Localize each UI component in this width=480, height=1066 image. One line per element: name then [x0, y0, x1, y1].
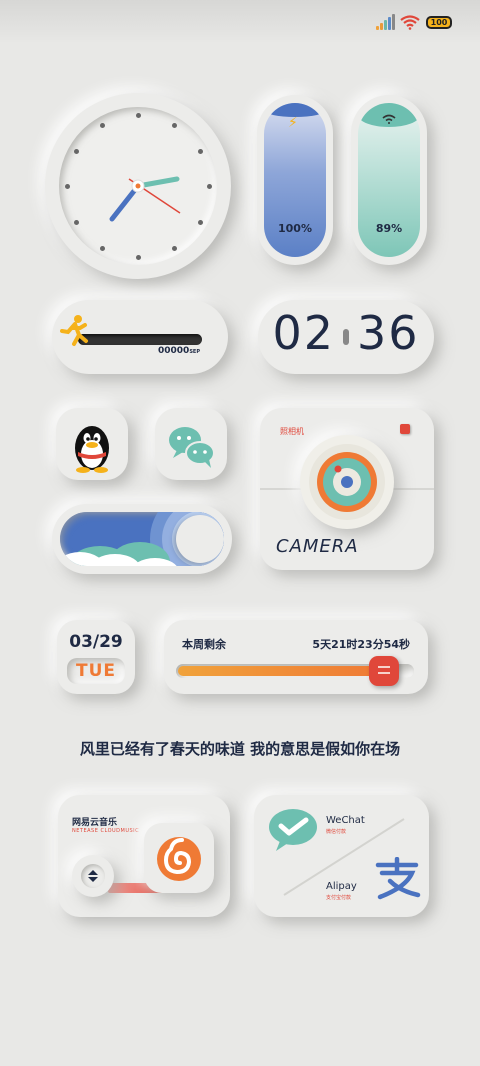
- payment-widget[interactable]: WeChat 微信付款 Alipay 支付宝付款: [254, 795, 429, 917]
- lightning-icon: ⚡: [288, 115, 298, 131]
- toggle-knob[interactable]: [176, 515, 224, 563]
- week-remaining-widget[interactable]: 本周剩余 5天21时23分54秒: [164, 620, 428, 694]
- camera-flash-button: [400, 424, 410, 434]
- netease-logo-button[interactable]: [144, 823, 214, 893]
- week-progress-handle[interactable]: [369, 656, 399, 686]
- camera-lens-icon: [309, 444, 385, 520]
- wechat-app-button[interactable]: [155, 408, 227, 480]
- status-bar: 100: [0, 0, 480, 44]
- date-weekday: TUE: [67, 658, 125, 684]
- wechat-pay-icon[interactable]: [268, 807, 320, 855]
- battery-pill-widget[interactable]: ⚡ 100%: [257, 95, 333, 265]
- alipay-label: Alipay: [326, 881, 357, 892]
- step-count: 00000SEP: [158, 346, 200, 356]
- wifi-percent: 89%: [375, 222, 403, 235]
- week-label: 本周剩余: [182, 638, 226, 651]
- week-remaining-time: 5天21时23分54秒: [312, 638, 410, 651]
- clock-face: [59, 107, 217, 265]
- qq-app-button[interactable]: [56, 408, 128, 480]
- time-minute: 36: [357, 306, 420, 360]
- quote-text: 风里已经有了春天的味道 我的意思是假如你在场: [79, 740, 401, 758]
- qq-penguin-icon: [75, 426, 109, 473]
- camera-app-widget[interactable]: 照相机 CAMERA: [260, 408, 434, 570]
- time-hour: 02: [272, 306, 335, 360]
- wechat-pay-sub: 微信付款: [326, 829, 347, 835]
- wifi-status-icon: [400, 15, 420, 30]
- battery-icon: 100: [426, 16, 452, 29]
- step-progress-track: [78, 334, 202, 345]
- running-man-icon: [58, 314, 90, 355]
- sky-toggle-switch[interactable]: [52, 504, 232, 574]
- music-title: 网易云音乐: [72, 818, 118, 828]
- music-subtitle: NETEASE CLOUDMUSIC: [72, 828, 140, 834]
- alipay-sub: 支付宝付款: [326, 895, 352, 901]
- time-separator: [343, 328, 349, 345]
- toggle-track: [60, 512, 224, 566]
- wifi-level-fill: 89%: [358, 103, 420, 257]
- wechat-pay-label: WeChat: [326, 815, 365, 826]
- week-progress-fill: [178, 666, 382, 676]
- analog-clock-widget[interactable]: [45, 93, 231, 279]
- alipay-icon[interactable]: [372, 856, 422, 905]
- date-day: 03/29: [69, 632, 123, 652]
- clock-hands: [109, 176, 181, 222]
- netease-music-icon: [157, 837, 201, 881]
- step-counter-widget[interactable]: 00000SEP: [52, 300, 228, 374]
- netease-music-widget[interactable]: 网易云音乐 NETEASE CLOUDMUSIC: [58, 795, 230, 917]
- wifi-icon: [382, 114, 396, 124]
- battery-level-fill: ⚡ 100%: [264, 103, 326, 257]
- up-down-arrows-icon: [81, 864, 105, 888]
- date-widget[interactable]: 03/29 TUE: [57, 620, 135, 694]
- digital-clock-widget[interactable]: 02 36: [258, 300, 434, 374]
- wifi-pill-widget[interactable]: 89%: [351, 95, 427, 265]
- music-play-control[interactable]: [72, 855, 114, 897]
- digital-time: 02 36: [258, 306, 434, 360]
- camera-label: CAMERA: [276, 536, 359, 557]
- wechat-bubbles-icon: [169, 427, 215, 468]
- battery-percent: 100%: [278, 222, 312, 235]
- camera-lens: [300, 435, 394, 529]
